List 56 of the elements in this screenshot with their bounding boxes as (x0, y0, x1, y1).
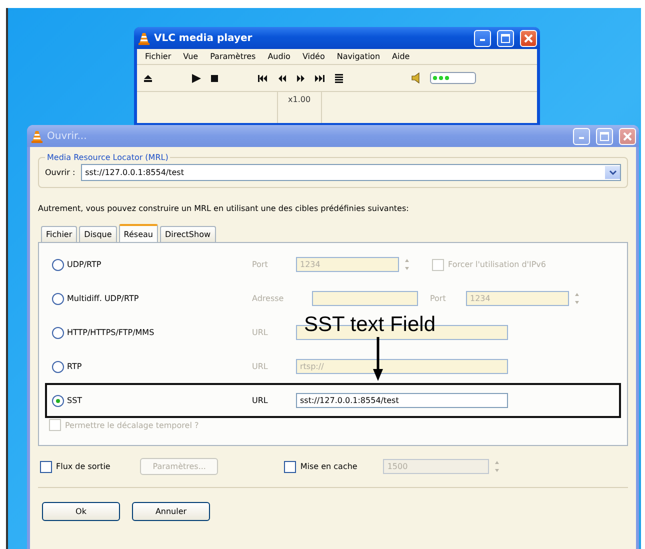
checkbox-label: Permettre le décalage temporel ? (65, 420, 199, 430)
minimize-button[interactable] (474, 30, 491, 46)
input-field[interactable] (312, 291, 418, 306)
eject-icon[interactable] (143, 74, 153, 82)
menu-item[interactable]: Vue (177, 52, 204, 61)
rewind-icon[interactable] (277, 74, 287, 82)
playlist-icon[interactable] (334, 74, 344, 82)
close-icon (623, 132, 632, 140)
annotation-arrow (373, 337, 383, 381)
radio-label: UDP/RTP (67, 260, 102, 269)
speaker-icon[interactable] (411, 72, 421, 84)
field-label: Port (430, 294, 447, 303)
speed-indicator: x1.00 (278, 92, 322, 123)
instruction-text: Autrement, vous pouvez construire un MRL en utilisant une des cibles prédéfinies suivantes: (38, 204, 410, 213)
menu-item[interactable]: Paramètres (204, 52, 262, 61)
menu-item[interactable]: Navigation (330, 52, 386, 61)
field-label: Port (252, 260, 269, 269)
group-label: Media Resource Locator (MRL) (46, 153, 170, 162)
field-label: Ouvrir : (45, 168, 76, 177)
input-field[interactable]: sst://127.0.0.1:8554/test (296, 393, 508, 408)
radio-button[interactable] (52, 394, 64, 406)
annotation-text: SST text Field (304, 313, 436, 337)
radio-button[interactable] (52, 258, 64, 270)
menu-item[interactable]: Vidéo (296, 52, 331, 61)
field-label: URL (252, 328, 269, 337)
radio-label: Multidiff. UDP/RTP (67, 294, 139, 303)
skip-back-icon[interactable] (258, 74, 268, 82)
fast-forward-icon[interactable] (296, 74, 306, 82)
radio-label: HTTP/HTTPS/FTP/MMS (67, 328, 154, 337)
traffic-cone-icon (31, 130, 43, 142)
checkbox-label: Mise en cache (300, 462, 358, 471)
radio-label: RTP (67, 362, 82, 371)
field-label: URL (252, 396, 269, 405)
radio-button[interactable] (52, 326, 64, 338)
radio-label: SST (67, 396, 82, 405)
stop-icon[interactable] (210, 74, 220, 82)
window-title: VLC media player (154, 32, 254, 44)
play-icon[interactable] (191, 74, 201, 82)
checkbox-label: Forcer l'utilisation d'IPv6 (448, 260, 546, 269)
close-button[interactable] (520, 30, 537, 46)
volume-slider[interactable] (430, 72, 476, 84)
maximize-icon (501, 34, 510, 42)
skip-forward-icon[interactable] (315, 74, 325, 82)
radio-button[interactable] (52, 360, 64, 372)
maximize-button[interactable] (497, 30, 514, 46)
menu-item[interactable]: Aide (386, 52, 416, 61)
field-label: Adresse (252, 294, 285, 303)
menu-item[interactable]: Audio (262, 52, 296, 61)
window-title: Ouvrir... (47, 130, 88, 142)
traffic-cone-icon (138, 32, 150, 44)
field-label: URL (252, 362, 269, 371)
checkbox-label: Flux de sortie (56, 462, 110, 471)
radio-button[interactable] (52, 292, 64, 304)
close-icon (524, 34, 533, 42)
menu-item[interactable]: Fichier (139, 52, 178, 61)
maximize-icon (600, 132, 609, 140)
